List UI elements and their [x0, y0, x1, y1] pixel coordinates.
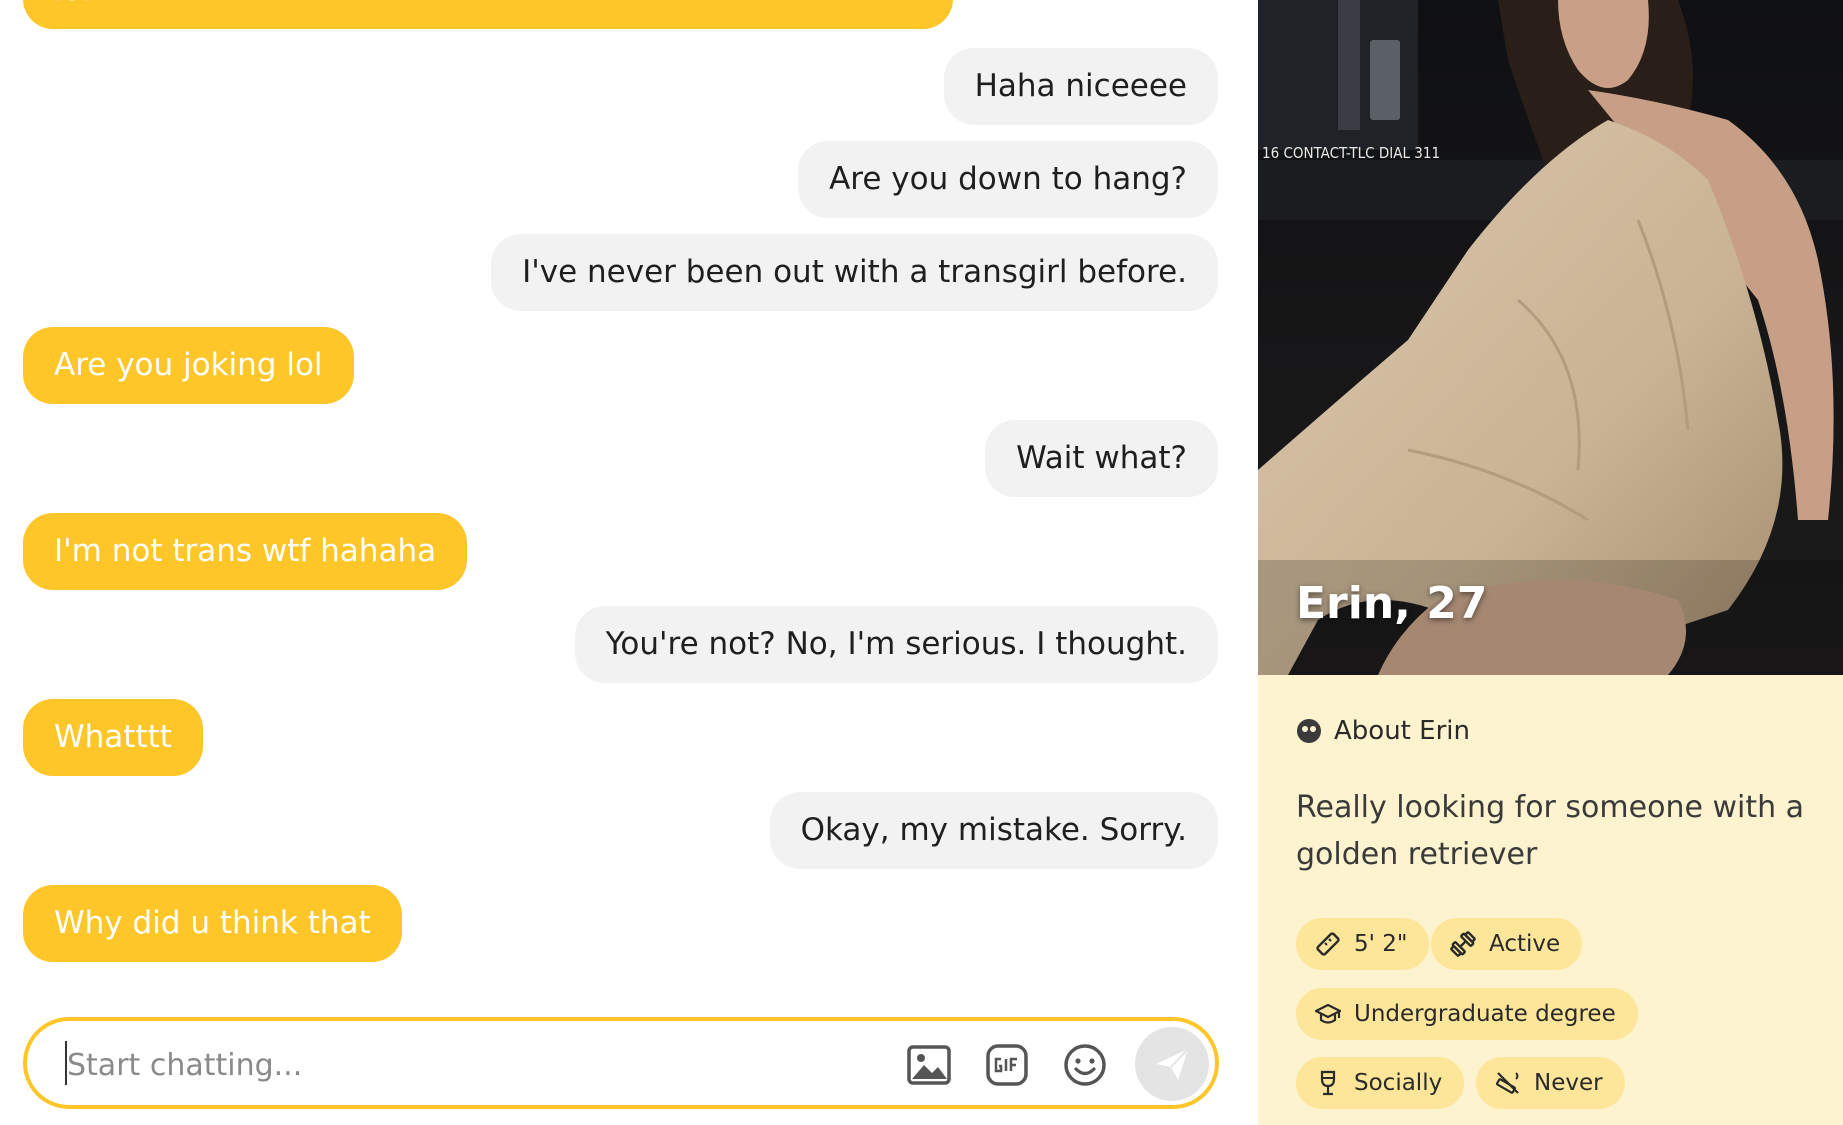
message-text: Are you down to hang?: [829, 161, 1187, 197]
send-icon: [1156, 1048, 1189, 1080]
message-text: You're not? No, I'm serious. I thought.: [605, 626, 1187, 662]
message-bubble-received[interactable]: Why did u think that: [23, 885, 402, 962]
chat-panel: lol Haha niceeee Are you down to hang? I…: [0, 0, 1258, 1125]
profile-photo[interactable]: 16 CONTACT-TLC DIAL 311 Erin, 27: [1258, 0, 1843, 675]
message-bubble-sent[interactable]: Haha niceeee: [943, 48, 1218, 125]
profile-name-age: Erin, 27: [1296, 578, 1488, 629]
message-text: Are you joking lol: [54, 347, 323, 383]
profile-panel: 16 CONTACT-TLC DIAL 311 Erin, 27 About E…: [1258, 0, 1843, 1125]
chip-smoking: Never: [1476, 1057, 1625, 1109]
message-text: Why did u think that: [54, 905, 371, 941]
message-bubble-sent[interactable]: Are you down to hang?: [798, 141, 1218, 218]
message-text: Wait what?: [1016, 440, 1187, 476]
chip-exercise: Active: [1431, 918, 1583, 970]
chat-input[interactable]: [65, 1039, 849, 1091]
message-text: I'm not trans wtf hahaha: [54, 533, 437, 569]
about-title: About Erin: [1334, 716, 1470, 746]
message-text: Okay, my mistake. Sorry.: [800, 812, 1187, 848]
text-caret: [65, 1041, 67, 1085]
chip-label: Never: [1534, 1070, 1603, 1096]
photo-sign-text: 16 CONTACT-TLC DIAL 311: [1262, 144, 1440, 162]
message-bubble-received[interactable]: Are you joking lol: [23, 327, 354, 404]
about-section-header: About Erin: [1296, 716, 1470, 746]
no-smoking-icon: [1495, 1072, 1519, 1094]
message-bubble-partial[interactable]: lol: [23, 0, 953, 29]
send-button[interactable]: [1135, 1027, 1209, 1101]
chip-label: Active: [1489, 931, 1561, 957]
graduation-cap-icon: [1314, 1003, 1342, 1024]
message-bubble-received[interactable]: I'm not trans wtf hahaha: [23, 513, 468, 590]
message-bubble-sent[interactable]: You're not? No, I'm serious. I thought.: [574, 606, 1218, 683]
message-text: Whatttt: [54, 719, 172, 755]
message-bubble-sent[interactable]: Okay, my mistake. Sorry.: [769, 792, 1218, 869]
chip-drinking: Socially: [1296, 1057, 1465, 1109]
message-bubble-sent[interactable]: I've never been out with a transgirl bef…: [491, 234, 1218, 311]
message-composer: [23, 1017, 1219, 1109]
chip-label: Socially: [1354, 1070, 1443, 1096]
message-bubble-sent[interactable]: Wait what?: [985, 420, 1218, 497]
wine-glass-icon: [1320, 1070, 1336, 1096]
chip-label: 5' 2": [1354, 931, 1408, 957]
face-icon: [1297, 719, 1321, 743]
gif-icon[interactable]: [985, 1043, 1029, 1087]
message-text: I've never been out with a transgirl bef…: [522, 254, 1187, 290]
chip-label: Undergraduate degree: [1354, 1001, 1616, 1027]
profile-bio: Really looking for someone with a golden…: [1296, 790, 1805, 872]
emoji-icon[interactable]: [1063, 1043, 1107, 1087]
message-text: lol: [54, 0, 90, 8]
ruler-icon: [1316, 932, 1340, 956]
message-text: Haha niceeee: [974, 68, 1187, 104]
chip-height: 5' 2": [1296, 918, 1430, 970]
dumbbell-icon: [1450, 931, 1476, 957]
message-bubble-received[interactable]: Whatttt: [23, 699, 203, 776]
image-icon[interactable]: [907, 1043, 951, 1087]
chip-education: Undergraduate degree: [1296, 988, 1638, 1040]
